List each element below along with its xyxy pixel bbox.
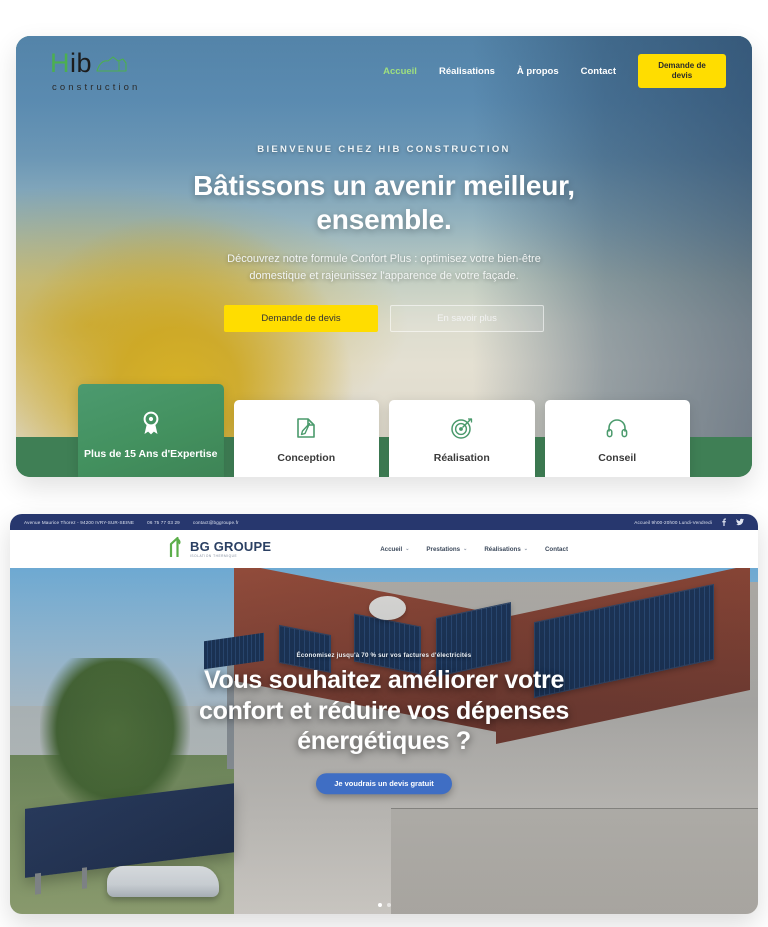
hero2-title-line2: confort et réduire vos dépenses bbox=[199, 697, 569, 726]
hero-secondary-cta[interactable]: En savoir plus bbox=[390, 305, 544, 333]
carousel-dot[interactable] bbox=[386, 903, 391, 907]
hero-title: Bâtissons un avenir meilleur, ensemble. bbox=[86, 169, 682, 237]
hero2-title-line1: Vous souhaitez améliorer votre bbox=[203, 666, 565, 695]
nav2-item-accueil[interactable]: Accueil ⌄ bbox=[380, 546, 409, 553]
nav2-item-contact[interactable]: Contact bbox=[545, 546, 568, 553]
hero-subtitle: Découvrez notre formule Confort Plus : o… bbox=[86, 251, 682, 285]
chevron-down-icon: ⌄ bbox=[523, 546, 528, 552]
feature-card-label: Conseil bbox=[598, 452, 637, 464]
page-root: Hib construction Accueil Réalisations À … bbox=[0, 0, 768, 927]
site2-header: BG GROUPE ISOLATION THERMIQUE Accueil ⌄ P… bbox=[10, 530, 758, 568]
utilbar-address: Avenue Maurice Thorez - 94200 IVRY-SUR-S… bbox=[24, 519, 135, 525]
site1-feature-card-row: Plus de 15 Ans d'Expertise Conception Ré… bbox=[78, 384, 690, 477]
utilbar-email[interactable]: contact@bggroupe.fr bbox=[193, 520, 239, 525]
feature-card-label: Conception bbox=[277, 452, 336, 464]
nav2-item-prestations[interactable]: Prestations ⌄ bbox=[426, 546, 467, 553]
hero-title-line2: ensemble. bbox=[316, 204, 452, 236]
nav-item-accueil[interactable]: Accueil bbox=[383, 66, 417, 77]
nav-item-realisations[interactable]: Réalisations bbox=[439, 66, 495, 77]
feature-card-label: Plus de 15 Ans d'Expertise bbox=[84, 448, 218, 460]
target-arrow-icon bbox=[450, 416, 474, 440]
chevron-down-icon: ⌄ bbox=[463, 546, 468, 552]
hero-eyebrow: BIENVENUE CHEZ HIB CONSTRUCTION bbox=[257, 144, 511, 155]
hero2-eyebrow: Économisez jusqu'à 70 % sur vos factures… bbox=[296, 652, 472, 660]
site2-logo-name: BG GROUPE bbox=[190, 538, 272, 554]
site1-logo-text: Hib bbox=[50, 48, 93, 78]
site2-logo[interactable]: BG GROUPE ISOLATION THERMIQUE bbox=[168, 535, 271, 564]
site1-navigation: Accueil Réalisations À propos Contact De… bbox=[383, 54, 726, 89]
site2-navigation: Accueil ⌄ Prestations ⌄ Réalisations ⌄ Cont… bbox=[380, 546, 568, 553]
headset-icon bbox=[605, 416, 629, 440]
hero2-cta-button[interactable]: Je voudrais un devis gratuit bbox=[316, 773, 452, 795]
site1-hero-content: BIENVENUE CHEZ HIB CONSTRUCTION Bâtisson… bbox=[16, 144, 752, 333]
site1-logo[interactable]: Hib construction bbox=[50, 50, 140, 93]
feature-card-conseil[interactable]: Conseil bbox=[544, 400, 690, 477]
award-ribbon-icon bbox=[140, 410, 162, 436]
hero-subtitle-line2: domestique et rajeunissez l'apparence de… bbox=[249, 270, 519, 283]
hero-cta-group: Demande de devis En savoir plus bbox=[86, 305, 682, 333]
hero-title-line1: Bâtissons un avenir meilleur, bbox=[193, 170, 575, 201]
site2-hero-content: Économisez jusqu'à 70 % sur vos factures… bbox=[10, 653, 758, 795]
green-house-leaf-icon bbox=[168, 535, 185, 564]
feature-card-conception[interactable]: Conception bbox=[233, 400, 379, 477]
site2-utility-bar: Avenue Maurice Thorez - 94200 IVRY-SUR-S… bbox=[10, 514, 758, 530]
website-mockup-hib-construction: Hib construction Accueil Réalisations À … bbox=[16, 36, 752, 477]
chevron-down-icon: ⌄ bbox=[405, 546, 410, 552]
nav-item-contact[interactable]: Contact bbox=[581, 66, 616, 77]
carousel-dot[interactable] bbox=[377, 903, 382, 907]
hero2-title: Vous souhaitez améliorer votre confort e… bbox=[160, 666, 608, 758]
facebook-icon[interactable] bbox=[721, 518, 727, 526]
nav2-item-realisations[interactable]: Réalisations ⌄ bbox=[484, 546, 528, 553]
utilbar-phone[interactable]: 06 75 77 03 29 bbox=[147, 520, 180, 525]
carousel-pagination bbox=[10, 903, 758, 907]
feature-card-realisation[interactable]: Réalisation bbox=[389, 400, 535, 477]
site1-logo-subtitle: construction bbox=[52, 82, 141, 93]
pencil-draft-icon bbox=[294, 416, 318, 440]
hero-subtitle-line1: Découvrez notre formule Confort Plus : o… bbox=[227, 253, 541, 266]
hero-primary-cta[interactable]: Demande de devis bbox=[224, 305, 378, 333]
house-outline-icon bbox=[95, 54, 129, 78]
hero2-title-line3: énergétiques ? bbox=[297, 727, 471, 756]
site2-hero-slider: Économisez jusqu'à 70 % sur vos factures… bbox=[10, 568, 758, 914]
website-mockup-bg-groupe: Avenue Maurice Thorez - 94200 IVRY-SUR-S… bbox=[10, 514, 758, 914]
nav-quote-button[interactable]: Demande de devis bbox=[638, 54, 726, 89]
site2-logo-tagline: ISOLATION THERMIQUE bbox=[190, 554, 238, 559]
utilbar-hours: Accueil 9h00-20h00 Lundi-Vendredi bbox=[634, 519, 712, 525]
feature-card-expertise[interactable]: Plus de 15 Ans d'Expertise bbox=[78, 384, 224, 477]
twitter-icon[interactable] bbox=[736, 518, 744, 526]
nav-item-a-propos[interactable]: À propos bbox=[517, 66, 559, 77]
feature-card-label: Réalisation bbox=[433, 452, 490, 464]
site1-header: Hib construction Accueil Réalisations À … bbox=[16, 36, 752, 93]
